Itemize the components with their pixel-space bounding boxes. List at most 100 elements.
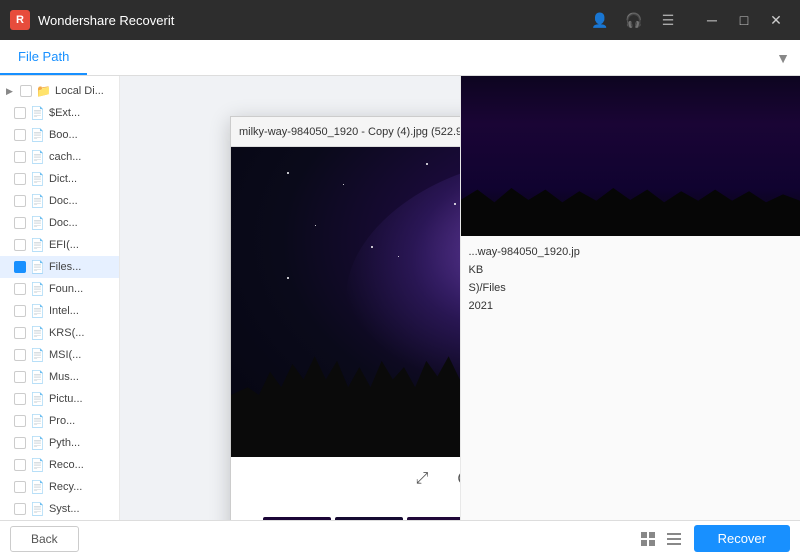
close-button[interactable]: ✕ xyxy=(762,6,790,34)
window-controls: ─ □ ✕ xyxy=(698,6,790,34)
sidebar-item-doc1[interactable]: 📄 Doc... xyxy=(0,190,119,212)
view-controls xyxy=(638,529,684,549)
checkbox[interactable] xyxy=(20,85,32,97)
folder-icon: 📄 xyxy=(30,106,45,120)
sidebar-item-boo[interactable]: 📄 Boo... xyxy=(0,124,119,146)
sidebar-item-label: Reco... xyxy=(49,459,84,471)
preview-modal: milky-way-984050_1920 - Copy (4).jpg (52… xyxy=(230,116,460,520)
sidebar-item-syst[interactable]: 📄 Syst... xyxy=(0,498,119,520)
checkbox[interactable] xyxy=(14,393,26,405)
sidebar-item-mus[interactable]: 📄 Mus... xyxy=(0,366,119,388)
folder-icon: 📄 xyxy=(30,370,45,384)
sidebar-item-doc2[interactable]: 📄 Doc... xyxy=(0,212,119,234)
folder-icon: 📄 xyxy=(30,348,45,362)
recover-main-button[interactable]: Recover xyxy=(694,525,790,552)
folder-icon: 📄 xyxy=(30,502,45,516)
sidebar-item-pictu[interactable]: 📄 Pictu... xyxy=(0,388,119,410)
thumbnails-list xyxy=(263,517,460,520)
checkbox[interactable] xyxy=(14,173,26,185)
fullscreen-button[interactable]: ⤢ xyxy=(408,465,436,493)
folder-icon: 📄 xyxy=(30,282,45,296)
bottom-bar: Back Recover xyxy=(0,520,800,556)
sidebar-item-foun[interactable]: 📄 Foun... xyxy=(0,278,119,300)
folder-icon: 📄 xyxy=(30,392,45,406)
sidebar-item-label: MSI(... xyxy=(49,349,81,361)
zoom-in-button[interactable] xyxy=(452,465,460,493)
checkbox[interactable] xyxy=(14,107,26,119)
checkbox[interactable] xyxy=(14,437,26,449)
sidebar-item-label: Pyth... xyxy=(49,437,80,449)
sidebar-item-reco[interactable]: 📄 Reco... xyxy=(0,454,119,476)
size-value: KB xyxy=(469,264,793,276)
checkbox[interactable] xyxy=(14,349,26,361)
filename-value: ...way-984050_1920.jp xyxy=(469,246,793,258)
checkbox[interactable] xyxy=(14,195,26,207)
user-icon[interactable]: 👤 xyxy=(588,8,612,32)
sidebar-item-efi[interactable]: 📄 EFI(... xyxy=(0,234,119,256)
main-area: ▶ 📁 Local Di... 📄 $Ext... 📄 Boo... 📄 cac… xyxy=(0,76,800,520)
checkbox[interactable] xyxy=(14,327,26,339)
sidebar-item-files[interactable]: 📄 Files... xyxy=(0,256,119,278)
sidebar-item-label: Local Di... xyxy=(55,85,104,97)
sidebar-item-label: Intel... xyxy=(49,305,79,317)
menu-icon[interactable]: ☰ xyxy=(656,8,680,32)
thumbnail-3[interactable] xyxy=(407,517,460,520)
sidebar-item-label: Doc... xyxy=(49,217,78,229)
folder-icon: 📄 xyxy=(30,150,45,164)
checkbox[interactable] xyxy=(14,371,26,383)
headset-icon[interactable]: 🎧 xyxy=(622,8,646,32)
folder-icon: 📁 xyxy=(36,84,51,98)
folder-icon: 📄 xyxy=(30,326,45,340)
list-view-icon[interactable] xyxy=(664,529,684,549)
sidebar-item-intel[interactable]: 📄 Intel... xyxy=(0,300,119,322)
thumb-img xyxy=(335,517,403,520)
right-preview-thumbnail xyxy=(461,76,800,236)
checkbox[interactable] xyxy=(14,217,26,229)
checkbox[interactable] xyxy=(14,481,26,493)
checkbox[interactable] xyxy=(14,261,26,273)
sidebar-item-pyth[interactable]: 📄 Pyth... xyxy=(0,432,119,454)
thumb-img xyxy=(407,517,460,520)
tab-file-path[interactable]: File Path xyxy=(0,40,87,75)
thumbnails-row: ‹ xyxy=(231,517,460,520)
sidebar-item-ext[interactable]: 📄 $Ext... xyxy=(0,102,119,124)
arrow-icon: ▶ xyxy=(6,86,16,97)
grid-view-icon[interactable] xyxy=(638,529,658,549)
star xyxy=(287,277,289,279)
back-button[interactable]: Back xyxy=(10,526,79,552)
tab-bar: File Path ▼ xyxy=(0,40,800,76)
sidebar-item-cach[interactable]: 📄 cach... xyxy=(0,146,119,168)
checkbox[interactable] xyxy=(14,415,26,427)
sidebar-item-label: cach... xyxy=(49,151,81,163)
sidebar-item-label: Dict... xyxy=(49,173,77,185)
checkbox[interactable] xyxy=(14,283,26,295)
folder-icon: 📄 xyxy=(30,238,45,252)
app-name: Wondershare Recoverit xyxy=(38,13,580,28)
sidebar-item-dict[interactable]: 📄 Dict... xyxy=(0,168,119,190)
sidebar-item-msi[interactable]: 📄 MSI(... xyxy=(0,344,119,366)
thumbnail-1[interactable] xyxy=(263,517,331,520)
checkbox[interactable] xyxy=(14,459,26,471)
similar-photos-label: Similar Photos xyxy=(231,501,460,517)
checkbox[interactable] xyxy=(14,503,26,515)
folder-icon: 📄 xyxy=(30,414,45,428)
preview-modal-header: milky-way-984050_1920 - Copy (4).jpg (52… xyxy=(231,117,460,147)
right-info-panel: ...way-984050_1920.jp KB S)/Files 2021 xyxy=(461,236,800,326)
checkbox[interactable] xyxy=(14,239,26,251)
checkbox[interactable] xyxy=(14,151,26,163)
sidebar-item-label: EFI(... xyxy=(49,239,79,251)
sidebar-item-krs[interactable]: 📄 KRS(... xyxy=(0,322,119,344)
sidebar: ▶ 📁 Local Di... 📄 $Ext... 📄 Boo... 📄 cac… xyxy=(0,76,120,520)
checkbox[interactable] xyxy=(14,129,26,141)
minimize-button[interactable]: ─ xyxy=(698,6,726,34)
sidebar-item-local-disk[interactable]: ▶ 📁 Local Di... xyxy=(0,80,119,102)
sidebar-item-pro[interactable]: 📄 Pro... xyxy=(0,410,119,432)
right-night-sky xyxy=(461,76,800,236)
thumbnail-2[interactable] xyxy=(335,517,403,520)
checkbox[interactable] xyxy=(14,305,26,317)
sidebar-item-recy[interactable]: 📄 Recy... xyxy=(0,476,119,498)
filter-icon[interactable]: ▼ xyxy=(776,50,790,66)
maximize-button[interactable]: □ xyxy=(730,6,758,34)
sidebar-item-label: Mus... xyxy=(49,371,79,383)
folder-icon: 📄 xyxy=(30,194,45,208)
